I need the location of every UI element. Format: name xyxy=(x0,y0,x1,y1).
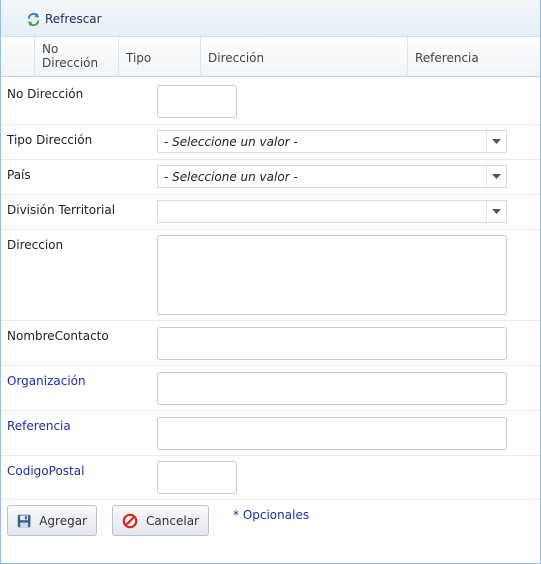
row-pais: País - Seleccione un valor - xyxy=(1,160,540,195)
column-no-direccion-line2: Dirección xyxy=(42,56,99,70)
column-referencia-label: Referencia xyxy=(415,51,479,65)
toolbar: Refrescar xyxy=(1,0,540,37)
referencia-label: Referencia xyxy=(7,419,71,433)
chevron-down-icon xyxy=(492,209,501,214)
row-codigo-postal: CodigoPostal xyxy=(1,456,540,500)
pais-value: - Seleccione un valor - xyxy=(164,170,298,184)
address-panel: Refrescar No Dirección Tipo Dirección Re… xyxy=(0,0,541,564)
chevron-down-icon xyxy=(492,174,501,179)
agregar-button[interactable]: Agregar xyxy=(7,505,97,536)
tipo-direccion-trigger[interactable] xyxy=(486,131,506,152)
optional-note: * Opcionales xyxy=(233,508,310,522)
division-territorial-select[interactable] xyxy=(157,200,507,223)
row-nombre-contacto: NombreContacto xyxy=(1,321,540,366)
refresh-icon xyxy=(27,12,40,26)
column-tipo-label: Tipo xyxy=(126,51,152,65)
direccion-textarea[interactable] xyxy=(157,235,507,315)
row-referencia: Referencia xyxy=(1,411,540,456)
row-no-direccion: No Dirección xyxy=(1,77,540,125)
pais-label: País xyxy=(7,168,31,182)
organizacion-input[interactable] xyxy=(157,372,507,405)
column-direccion-label: Dirección xyxy=(208,51,265,65)
row-organizacion: Organización xyxy=(1,366,540,411)
row-tipo-direccion: Tipo Dirección - Seleccione un valor - xyxy=(1,125,540,160)
no-direccion-input[interactable] xyxy=(157,85,237,118)
organizacion-label: Organización xyxy=(7,374,86,388)
cancelar-label: Cancelar xyxy=(146,513,199,528)
direccion-label: Direccion xyxy=(7,238,64,252)
division-territorial-trigger[interactable] xyxy=(486,201,506,222)
cancelar-button[interactable]: Cancelar xyxy=(112,505,209,536)
column-direccion[interactable]: Dirección xyxy=(201,37,408,77)
agregar-label: Agregar xyxy=(39,513,87,528)
nombre-contacto-label: NombreContacto xyxy=(7,329,109,343)
tipo-direccion-select[interactable]: - Seleccione un valor - xyxy=(157,130,507,153)
column-no-direccion-line1: No xyxy=(42,42,59,56)
column-tipo[interactable]: Tipo xyxy=(119,37,201,77)
division-territorial-label: División Territorial xyxy=(7,203,116,217)
nombre-contacto-input[interactable] xyxy=(157,327,507,360)
tipo-direccion-label: Tipo Dirección xyxy=(7,133,93,147)
refresh-label: Refrescar xyxy=(45,12,102,26)
cancel-circle-icon xyxy=(122,513,138,528)
floppy-disk-icon xyxy=(17,514,31,527)
tipo-direccion-value: - Seleccione un valor - xyxy=(164,135,298,149)
grid-header: No Dirección Tipo Dirección Referencia xyxy=(1,37,540,77)
grid-checkbox-column xyxy=(1,37,35,77)
chevron-down-icon xyxy=(492,139,501,144)
no-direccion-label: No Dirección xyxy=(7,87,84,101)
row-direccion: Direccion xyxy=(1,230,540,321)
referencia-input[interactable] xyxy=(157,417,507,450)
codigo-postal-input[interactable] xyxy=(157,461,237,494)
column-referencia[interactable]: Referencia xyxy=(408,37,540,77)
row-division-territorial: División Territorial xyxy=(1,195,540,230)
codigo-postal-label: CodigoPostal xyxy=(7,464,85,478)
refresh-button[interactable]: Refrescar xyxy=(26,10,102,28)
pais-trigger[interactable] xyxy=(486,166,506,187)
pais-select[interactable]: - Seleccione un valor - xyxy=(157,165,507,188)
column-no-direccion[interactable]: No Dirección xyxy=(35,37,119,77)
